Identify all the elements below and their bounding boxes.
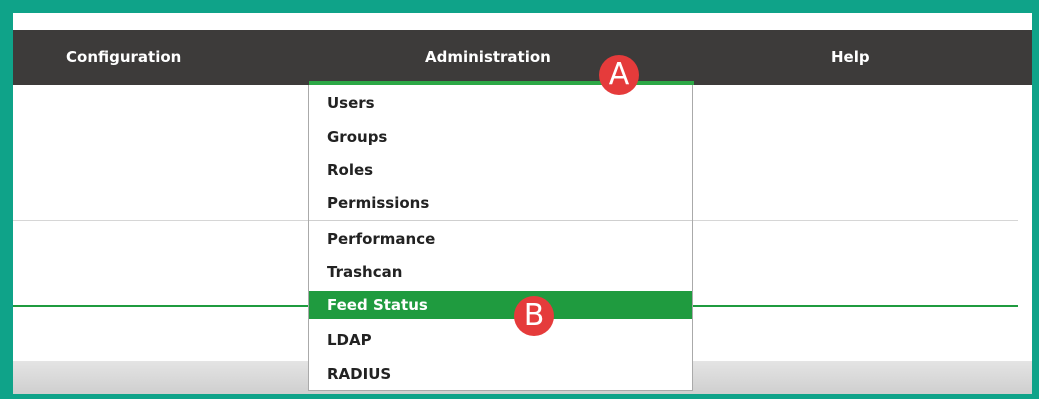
top-navigation-bar: Configuration Administration Help [13, 30, 1032, 85]
menu-item-radius[interactable]: RADIUS [309, 360, 692, 388]
menu-separator [309, 220, 692, 221]
menu-item-feed-status[interactable]: Feed Status [309, 291, 692, 319]
app-window: Configuration Administration Help Users … [13, 13, 1032, 394]
screenshot-frame: Configuration Administration Help Users … [0, 0, 1039, 399]
menu-item-performance[interactable]: Performance [309, 225, 692, 253]
annotation-badge-b: B [514, 296, 554, 336]
menu-item-trashcan[interactable]: Trashcan [309, 258, 692, 286]
nav-help[interactable]: Help [831, 30, 870, 85]
menu-item-ldap[interactable]: LDAP [309, 326, 692, 354]
menu-item-groups[interactable]: Groups [309, 123, 692, 151]
menu-item-users[interactable]: Users [309, 89, 692, 117]
menu-item-permissions[interactable]: Permissions [309, 189, 692, 217]
administration-dropdown-menu: Users Groups Roles Permissions Performan… [308, 85, 693, 391]
nav-configuration[interactable]: Configuration [66, 30, 181, 85]
nav-administration[interactable]: Administration [425, 30, 551, 85]
menu-item-roles[interactable]: Roles [309, 156, 692, 184]
annotation-badge-a: A [599, 55, 639, 95]
